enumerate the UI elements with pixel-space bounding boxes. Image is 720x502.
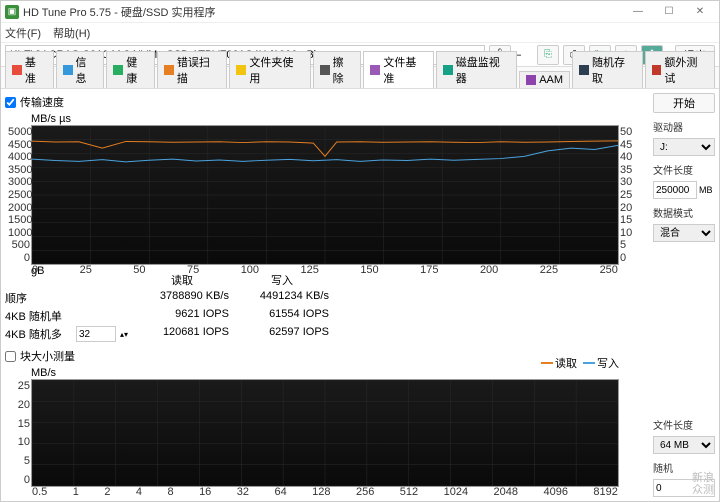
menu-help[interactable]: 帮助(H): [53, 25, 90, 41]
minimize-button[interactable]: —: [623, 3, 653, 21]
qd-input[interactable]: [76, 326, 116, 342]
copy-icon[interactable]: ⎘: [537, 45, 559, 65]
chk-blocksize-label: 块大小测量: [20, 348, 75, 364]
drive-select[interactable]: J:: [653, 138, 715, 156]
tab-info[interactable]: 信息: [56, 51, 105, 88]
datamode-select[interactable]: 混合: [653, 224, 715, 242]
filelen2-select[interactable]: 64 MB: [653, 436, 715, 454]
random-label: 随机: [653, 460, 715, 475]
table-row: 顺序 3788890 KB/s 4491234 KB/s: [5, 289, 645, 307]
table-row: 4KB 随机单 9621 IOPS 61554 IOPS: [5, 307, 645, 325]
table-row: 4KB 随机多 ▴▾ 120681 IOPS 62597 IOPS: [5, 325, 645, 343]
results-table: 读取 写入 顺序 3788890 KB/s 4491234 KB/s 4KB 随…: [5, 271, 645, 343]
close-button[interactable]: ✕: [685, 3, 715, 21]
tab-bar: 基准 信息 健康 错误扫描 文件夹使用 擦除 文件基准 磁盘监视器 AAM 随机…: [1, 67, 719, 89]
start-button[interactable]: 开始: [653, 93, 715, 113]
tab-extra[interactable]: 额外测试: [645, 51, 715, 88]
tab-aam[interactable]: AAM: [519, 71, 570, 88]
random-input[interactable]: [653, 479, 715, 497]
blocksize-chart: 2520151050 0.512481632641282565121024204…: [31, 379, 619, 487]
app-icon: ▣: [5, 5, 19, 19]
maximize-button[interactable]: ☐: [654, 3, 684, 21]
tab-erase[interactable]: 擦除: [313, 51, 362, 88]
filelen-label: 文件长度: [653, 162, 715, 177]
side-panel: 开始 驱动器 J: 文件长度 MB 数据模式 混合 文件长度 64 MB 随机: [649, 89, 719, 501]
tab-errorscan[interactable]: 错误扫描: [157, 51, 227, 88]
transfer-chart: 5000450040003500300025002000150010005000…: [31, 125, 619, 265]
chk-transfer[interactable]: [5, 97, 16, 108]
tab-random[interactable]: 随机存取: [572, 51, 642, 88]
datamode-label: 数据模式: [653, 205, 715, 220]
chk-transfer-label: 传输速度: [20, 94, 64, 110]
menu-bar: 文件(F) 帮助(H): [1, 23, 719, 43]
drive-label: 驱动器: [653, 119, 715, 134]
menu-file[interactable]: 文件(F): [5, 25, 41, 41]
window-title: HD Tune Pro 5.75 - 硬盘/SSD 实用程序: [23, 4, 623, 20]
chk-blocksize[interactable]: [5, 351, 16, 362]
tab-health[interactable]: 健康: [106, 51, 155, 88]
title-bar: ▣ HD Tune Pro 5.75 - 硬盘/SSD 实用程序 — ☐ ✕: [1, 1, 719, 23]
filelen2-label: 文件长度: [653, 417, 715, 432]
filelen-input[interactable]: [653, 181, 697, 199]
legend: 读取 写入: [541, 355, 619, 371]
tab-benchmark[interactable]: 基准: [5, 51, 54, 88]
tab-folderusage[interactable]: 文件夹使用: [229, 51, 310, 88]
tab-filebench[interactable]: 文件基准: [363, 51, 433, 88]
tab-diskmonitor[interactable]: 磁盘监视器: [436, 51, 517, 88]
y-unit: MB/s: [31, 113, 56, 125]
y2-unit: µs: [59, 113, 71, 125]
